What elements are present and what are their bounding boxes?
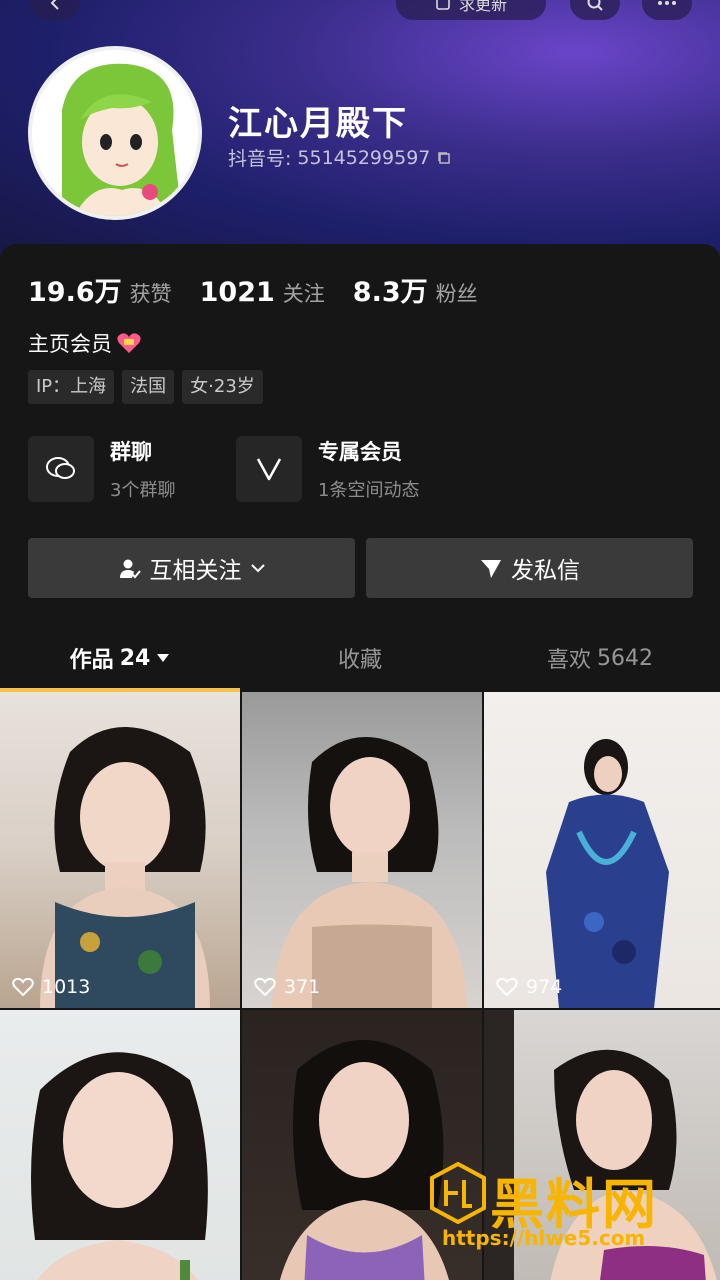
like-count-value: 974 bbox=[526, 976, 563, 998]
exclusive-member-subtitle: 1条空间动态 bbox=[318, 480, 420, 501]
video-thumbnail[interactable]: 371 bbox=[242, 692, 482, 1008]
heart-outline-icon bbox=[496, 977, 518, 997]
more-dots-icon bbox=[658, 1, 676, 5]
profile-stats: 19.6万 获赞 1021 关注 8.3万 粉丝 bbox=[28, 270, 478, 309]
group-chat-subtitle: 3个群聊 bbox=[110, 480, 176, 501]
watermark-url: https://hlwe5.com bbox=[442, 1226, 646, 1250]
back-button[interactable] bbox=[30, 0, 80, 20]
update-icon bbox=[436, 0, 450, 10]
mutual-follow-button[interactable]: 互相关注 bbox=[28, 538, 355, 598]
chevron-down-icon bbox=[250, 564, 265, 573]
tag-ip: IP：上海 bbox=[28, 370, 115, 404]
user-check-icon bbox=[119, 559, 141, 579]
anime-avatar-illustration bbox=[32, 50, 198, 216]
send-message-label: 发私信 bbox=[511, 558, 580, 584]
profile-tags: IP：上海 法国 女·23岁 bbox=[28, 370, 263, 404]
video-thumbnail[interactable] bbox=[0, 1010, 240, 1280]
watermark: 黑料网 https://hlwe5.com bbox=[430, 1160, 700, 1260]
exclusive-member-entry[interactable]: 专属会员 1条空间动态 bbox=[236, 436, 419, 502]
like-count: 371 bbox=[254, 976, 320, 998]
stat-followers[interactable]: 8.3万 粉丝 bbox=[353, 270, 478, 309]
group-chat-entry[interactable]: 群聊 3个群聊 bbox=[28, 436, 175, 502]
like-count-value: 371 bbox=[284, 976, 321, 998]
video-thumbnail[interactable]: 1013 bbox=[0, 692, 240, 1008]
v-member-icon bbox=[256, 458, 282, 481]
exclusive-member-title: 专属会员 bbox=[318, 440, 402, 464]
caret-down-icon bbox=[157, 654, 170, 662]
stat-likes[interactable]: 19.6万 获赞 bbox=[28, 270, 172, 309]
request-update-label: 求更新 bbox=[458, 0, 507, 14]
like-count: 1013 bbox=[12, 976, 90, 998]
tag-gender-age: 女·23岁 bbox=[182, 370, 263, 404]
search-button[interactable] bbox=[570, 0, 620, 20]
more-button[interactable] bbox=[642, 0, 692, 20]
stat-likes-value: 19.6万 bbox=[28, 277, 122, 308]
feature-icon-box bbox=[28, 436, 94, 502]
profile-name: 江心月殿下 bbox=[228, 104, 408, 144]
like-count-value: 1013 bbox=[42, 976, 91, 998]
video-thumbnail-image bbox=[40, 727, 210, 1008]
copy-icon[interactable] bbox=[436, 150, 452, 166]
video-thumbnail-image bbox=[272, 737, 467, 1008]
tab-likes-count: 5642 bbox=[597, 645, 653, 671]
mutual-follow-label: 互相关注 bbox=[149, 558, 242, 584]
tab-favorites[interactable]: 收藏 bbox=[240, 624, 480, 692]
chat-bubble-icon bbox=[46, 457, 75, 479]
douyin-id: 抖音号: 55145299597 bbox=[228, 144, 452, 171]
watermark-logo-icon bbox=[430, 1162, 486, 1224]
group-chat-title: 群聊 bbox=[110, 440, 152, 464]
stat-followers-value: 8.3万 bbox=[352, 277, 428, 308]
chevron-left-icon bbox=[50, 0, 59, 10]
tab-works-label: 作品 bbox=[69, 648, 114, 673]
avatar[interactable] bbox=[28, 46, 202, 220]
video-thumbnail-image bbox=[546, 739, 669, 1008]
request-update-button[interactable]: 求更新 bbox=[396, 0, 546, 20]
tab-likes-label: 喜欢 bbox=[546, 648, 591, 673]
tab-works-count: 24 bbox=[119, 645, 151, 671]
stat-following-value: 1021 bbox=[199, 277, 275, 308]
heart-outline-icon bbox=[254, 977, 276, 997]
member-bio-text: 主页会员 bbox=[28, 332, 112, 356]
tab-favorites-label: 收藏 bbox=[337, 648, 382, 673]
send-message-button[interactable]: 发私信 bbox=[366, 538, 693, 598]
tab-likes[interactable]: 喜欢 5642 bbox=[480, 624, 720, 692]
stat-following[interactable]: 1021 关注 bbox=[200, 277, 325, 308]
douyin-id-value: 55145299597 bbox=[297, 146, 431, 169]
stat-followers-label: 粉丝 bbox=[435, 282, 478, 306]
video-thumbnail[interactable]: 974 bbox=[484, 692, 720, 1008]
send-icon bbox=[481, 560, 501, 578]
video-thumbnail-image bbox=[31, 1052, 208, 1280]
search-icon bbox=[587, 0, 603, 11]
heart-outline-icon bbox=[12, 977, 34, 997]
content-tabs: 作品 24 收藏 喜欢 5642 bbox=[0, 624, 720, 692]
stat-likes-label: 获赞 bbox=[129, 282, 172, 306]
tag-country: 法国 bbox=[122, 370, 175, 404]
member-bio: 主页会员 bbox=[28, 328, 142, 358]
like-count: 974 bbox=[496, 976, 562, 998]
heart-gift-icon bbox=[117, 333, 141, 353]
stat-following-label: 关注 bbox=[282, 282, 325, 306]
feature-icon-box bbox=[236, 436, 302, 502]
douyin-id-label: 抖音号: bbox=[228, 148, 292, 170]
tab-works[interactable]: 作品 24 bbox=[0, 624, 240, 692]
